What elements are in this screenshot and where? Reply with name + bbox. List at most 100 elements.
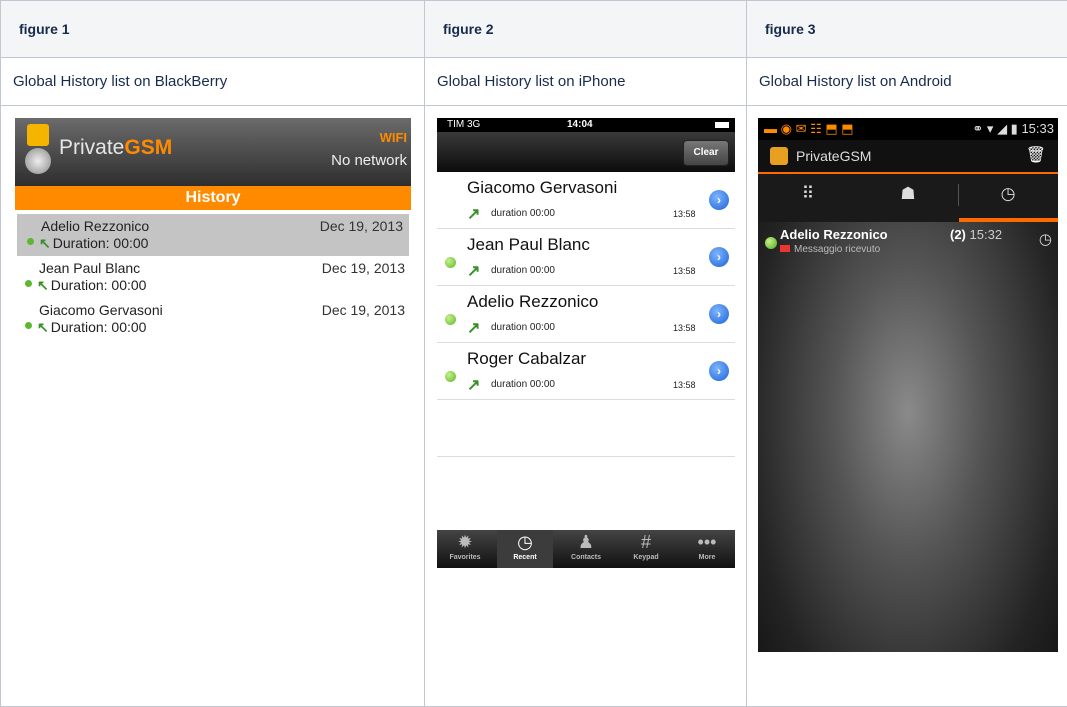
- call-time: 13:58: [673, 266, 696, 276]
- figure-3-caption: Global History list on Android: [747, 58, 1067, 106]
- outgoing-call-icon: ↗: [467, 261, 480, 281]
- gear-icon: ✹: [437, 530, 493, 554]
- network-status: No network: [331, 152, 407, 169]
- contact-name: Giacomo Gervasoni: [39, 302, 163, 318]
- call-date: Dec 19, 2013: [320, 218, 403, 234]
- contact-name: Jean Paul Blanc: [39, 260, 140, 276]
- contact-name: Jean Paul Blanc: [467, 235, 590, 255]
- envelope-icon: [780, 245, 790, 252]
- tab-more[interactable]: •••More: [679, 530, 735, 568]
- tab-bar: ✹Favorites ◷Recent ♟Contacts #Keypad •••…: [437, 530, 735, 568]
- tab-recent[interactable]: ◷Recent: [497, 530, 553, 568]
- notification-icons: ▬ ◉ ✉ ☷ ⬒ ⬒: [764, 121, 854, 137]
- empty-row: [437, 400, 735, 457]
- call-duration: duration 00:00: [491, 322, 555, 333]
- status-clock: ⚭ ▾ ◢ ▮ 15:33: [972, 121, 1054, 137]
- blackberry-screenshot: PrivateGSM WIFI No network History Adeli…: [15, 118, 411, 424]
- call-time: 13:58: [673, 209, 696, 219]
- app-title: PrivateGSM: [796, 148, 871, 164]
- action-bar: PrivateGSM 🗑: [758, 140, 1058, 172]
- online-status-icon: [27, 238, 34, 245]
- call-duration: ↖Duration: 00:00: [37, 277, 146, 294]
- tab-strip: ⠿ ☗ ◷: [758, 172, 1058, 222]
- hash-icon: #: [618, 530, 674, 554]
- figure-1-caption: Global History list on BlackBerry: [1, 58, 425, 106]
- tab-contacts[interactable]: ♟Contacts: [558, 530, 614, 568]
- figure-2-caption: Global History list on iPhone: [425, 58, 747, 106]
- keypad-tab-icon[interactable]: ⠿: [758, 184, 858, 204]
- history-row[interactable]: Jean Paul Blanc Dec 19, 2013 ↖Duration: …: [15, 256, 411, 298]
- call-date: Dec 19, 2013: [322, 260, 405, 276]
- outgoing-call-icon: ↗: [467, 204, 480, 224]
- contact-name: Roger Cabalzar: [467, 349, 586, 369]
- history-row[interactable]: Adelio Rezzonico Messaggio ricevuto (2) …: [758, 222, 1058, 262]
- history-row[interactable]: Giacomo Gervasoni ↗ duration 00:00 13:58…: [437, 172, 735, 229]
- online-status-icon: [765, 237, 777, 249]
- iphone-screenshot: TIM 3G 14:04 Clear Giacomo Gervasoni ↗ d…: [437, 118, 735, 568]
- contact-name: Giacomo Gervasoni: [467, 178, 617, 198]
- nav-bar: Clear: [437, 132, 735, 172]
- clear-button[interactable]: Clear: [683, 140, 729, 166]
- history-tab-icon[interactable]: ◷: [958, 184, 1058, 204]
- detail-disclosure-icon[interactable]: ›: [709, 304, 729, 324]
- call-time: 13:58: [673, 380, 696, 390]
- contact-name: Adelio Rezzonico: [41, 218, 149, 234]
- app-icon: [770, 147, 788, 165]
- call-time: 13:58: [673, 323, 696, 333]
- message-count-time: (2) 15:32: [950, 227, 1002, 242]
- status-bar: TIM 3G 14:04: [437, 118, 735, 132]
- online-status-icon: [445, 314, 456, 325]
- tab-keypad[interactable]: #Keypad: [618, 530, 674, 568]
- call-duration: ↖Duration: 00:00: [37, 319, 146, 336]
- outgoing-call-icon: ↖: [39, 235, 51, 251]
- figure-1-header: figure 1: [1, 1, 425, 58]
- history-row[interactable]: Jean Paul Blanc ↗ duration 00:00 13:58 ›: [437, 229, 735, 286]
- call-duration: ↖Duration: 00:00: [39, 235, 148, 252]
- message-preview: Messaggio ricevuto: [780, 244, 880, 255]
- clock-icon: ◷: [497, 530, 553, 554]
- detail-disclosure-icon[interactable]: ›: [709, 247, 729, 267]
- outgoing-call-icon: ↗: [467, 318, 480, 338]
- wifi-label: WIFI: [380, 130, 407, 145]
- figure-3-header: figure 3: [747, 1, 1067, 58]
- online-status-icon: [445, 371, 456, 382]
- blackberry-cell: PrivateGSM WIFI No network History Adeli…: [1, 106, 425, 707]
- call-duration: duration 00:00: [491, 208, 555, 219]
- history-title: History: [15, 186, 411, 210]
- carrier: TIM 3G: [447, 119, 480, 130]
- online-status-icon: [25, 280, 32, 287]
- figures-table: figure 1 figure 2 figure 3 Global Histor…: [0, 0, 1067, 707]
- clock-icon[interactable]: ◷: [1039, 230, 1052, 248]
- status-time: 14:04: [567, 119, 593, 130]
- tab-favorites[interactable]: ✹Favorites: [437, 530, 493, 568]
- app-title: PrivateGSM: [59, 136, 172, 160]
- detail-disclosure-icon[interactable]: ›: [709, 361, 729, 381]
- detail-disclosure-icon[interactable]: ›: [709, 190, 729, 210]
- online-status-icon: [445, 257, 456, 268]
- contact-name: Adelio Rezzonico: [780, 227, 888, 242]
- more-icon: •••: [679, 530, 735, 554]
- iphone-cell: TIM 3G 14:04 Clear Giacomo Gervasoni ↗ d…: [425, 106, 747, 707]
- android-cell: ▬ ◉ ✉ ☷ ⬒ ⬒ ⚭ ▾ ◢ ▮ 15:33 PrivateGSM 🗑 ⠿…: [747, 106, 1067, 707]
- history-row[interactable]: Giacomo Gervasoni Dec 19, 2013 ↖Duration…: [15, 298, 411, 340]
- history-row[interactable]: Adelio Rezzonico ↗ duration 00:00 13:58 …: [437, 286, 735, 343]
- call-date: Dec 19, 2013: [322, 302, 405, 318]
- blackberry-header: PrivateGSM WIFI No network: [15, 118, 411, 186]
- outgoing-call-icon: ↗: [467, 375, 480, 395]
- contact-name: Adelio Rezzonico: [467, 292, 598, 312]
- history-row[interactable]: Adelio Rezzonico Dec 19, 2013 ↖Duration:…: [17, 214, 409, 256]
- call-duration: duration 00:00: [491, 379, 555, 390]
- trash-icon[interactable]: 🗑: [1026, 145, 1046, 165]
- figure-2-header: figure 2: [425, 1, 747, 58]
- privategsm-logo-icon: [25, 124, 51, 180]
- android-screenshot: ▬ ◉ ✉ ☷ ⬒ ⬒ ⚭ ▾ ◢ ▮ 15:33 PrivateGSM 🗑 ⠿…: [758, 118, 1058, 652]
- person-icon: ♟: [558, 530, 614, 554]
- status-bar: ▬ ◉ ✉ ☷ ⬒ ⬒ ⚭ ▾ ◢ ▮ 15:33: [758, 118, 1058, 140]
- battery-icon: [715, 122, 729, 128]
- outgoing-call-icon: ↖: [37, 319, 49, 335]
- call-duration: duration 00:00: [491, 265, 555, 276]
- outgoing-call-icon: ↖: [37, 277, 49, 293]
- contacts-tab-icon[interactable]: ☗: [858, 184, 958, 204]
- history-row[interactable]: Roger Cabalzar ↗ duration 00:00 13:58 ›: [437, 343, 735, 400]
- online-status-icon: [25, 322, 32, 329]
